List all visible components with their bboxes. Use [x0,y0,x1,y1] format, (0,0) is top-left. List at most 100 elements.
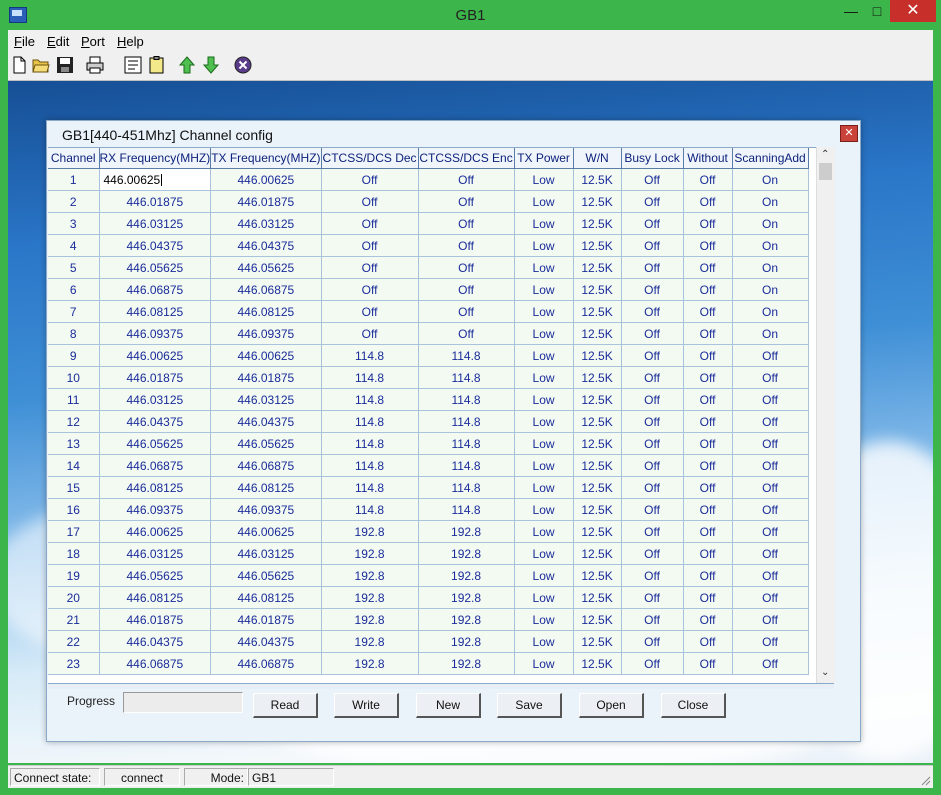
table-cell[interactable]: Off [732,410,809,433]
new-file-icon[interactable] [10,56,28,74]
table-cell[interactable]: 446.04375 [99,410,212,433]
table-row[interactable]: 5 446.05625 446.05625 Off Off Low 12.5K Off Off O… [48,256,809,279]
table-cell[interactable]: 192.8 [321,564,419,587]
table-cell[interactable]: Off [321,168,419,191]
table-cell[interactable]: Low [514,586,574,609]
table-cell[interactable]: Low [514,190,574,213]
table-row[interactable]: 12 446.04375 446.04375 114.8 114.8 Low 12.5K Of… [48,410,809,433]
table-cell[interactable]: 114.8 [321,366,419,389]
table-cell[interactable]: 192.8 [418,652,515,675]
column-header[interactable]: ScanningAdd [732,148,809,169]
table-cell[interactable]: Off [683,564,733,587]
table-cell[interactable]: 192.8 [418,586,515,609]
table-row[interactable]: 2 446.01875 446.01875 Off Off Low 12.5K Off Off O… [48,190,809,213]
table-cell[interactable]: 446.06875 [99,278,212,301]
scroll-thumb[interactable] [819,163,832,180]
table-cell[interactable]: Low [514,300,574,323]
table-cell[interactable]: Off [683,256,733,279]
table-row[interactable]: 7 446.08125 446.08125 Off Off Low 12.5K Off Off O… [48,300,809,323]
table-cell[interactable]: 12.5K [573,234,622,257]
table-cell[interactable]: Off [621,256,684,279]
table-cell[interactable]: Low [514,520,574,543]
table-cell[interactable]: 114.8 [321,476,419,499]
title-bar[interactable]: GB1 — □ ✕ [0,0,941,30]
table-cell[interactable]: 114.8 [418,476,515,499]
table-cell[interactable]: 10 [48,366,100,389]
table-cell[interactable]: 12.5K [573,630,622,653]
column-header[interactable]: TX Frequency(MHZ) [210,148,322,169]
resize-grip-icon[interactable] [919,774,931,786]
table-cell[interactable]: 19 [48,564,100,587]
table-cell[interactable]: Low [514,630,574,653]
scroll-up-icon[interactable]: ⌃ [821,149,829,160]
table-cell[interactable]: Low [514,212,574,235]
column-header[interactable]: Without [683,148,733,169]
table-cell[interactable]: 446.01875 [210,190,322,213]
table-cell[interactable]: 192.8 [321,520,419,543]
table-cell[interactable]: Off [732,432,809,455]
table-cell[interactable]: 114.8 [418,388,515,411]
table-cell[interactable]: Off [683,498,733,521]
table-cell[interactable]: Low [514,410,574,433]
table-cell[interactable]: On [732,256,809,279]
table-cell[interactable]: Off [732,630,809,653]
table-cell[interactable]: Off [683,344,733,367]
table-cell[interactable]: Off [621,476,684,499]
table-cell[interactable]: Off [732,520,809,543]
table-cell[interactable]: Low [514,476,574,499]
table-cell[interactable]: 446.00625 [210,168,322,191]
table-cell[interactable]: Off [732,498,809,521]
table-cell[interactable]: 446.01875 [99,366,212,389]
table-cell[interactable]: 114.8 [321,498,419,521]
table-cell[interactable]: Off [683,454,733,477]
table-cell[interactable]: 446.08125 [99,476,212,499]
table-cell[interactable]: 446.05625 [99,432,212,455]
table-cell[interactable]: Off [418,300,515,323]
column-header[interactable]: W/N [573,148,622,169]
column-header[interactable]: CTCSS/DCS Enc [418,148,515,169]
table-row[interactable]: 18 446.03125 446.03125 192.8 192.8 Low 12.5K Of… [48,542,809,565]
table-cell[interactable]: 446.08125 [210,476,322,499]
table-cell[interactable]: 446.00625 [210,344,322,367]
table-cell[interactable]: 22 [48,630,100,653]
table-cell[interactable]: Off [683,388,733,411]
table-cell[interactable]: Off [418,168,515,191]
download-arrow-icon[interactable] [202,56,220,74]
minimize-button[interactable]: — [838,0,864,22]
table-cell[interactable]: 114.8 [418,366,515,389]
table-cell[interactable]: 12.5K [573,344,622,367]
table-cell[interactable]: 446.09375 [99,498,212,521]
table-cell[interactable]: 14 [48,454,100,477]
table-cell[interactable]: 12.5K [573,190,622,213]
table-cell[interactable]: Off [418,212,515,235]
table-cell[interactable]: 114.8 [321,388,419,411]
menu-port[interactable]: Port [81,34,105,49]
table-cell[interactable]: Off [321,190,419,213]
table-cell[interactable]: On [732,278,809,301]
table-cell[interactable]: Off [621,520,684,543]
table-cell[interactable]: 446.09375 [210,498,322,521]
menu-help[interactable]: Help [117,34,144,49]
table-cell[interactable]: 446.01875 [99,190,212,213]
table-cell[interactable]: 446.06875 [210,454,322,477]
table-cell[interactable]: Off [732,344,809,367]
table-cell[interactable]: 192.8 [418,542,515,565]
table-cell[interactable]: Low [514,322,574,345]
column-header[interactable]: TX Power [514,148,574,169]
table-cell[interactable]: Off [732,608,809,631]
table-row[interactable]: 17 446.00625 446.00625 192.8 192.8 Low 12.5K Of… [48,520,809,543]
table-cell[interactable]: Off [683,212,733,235]
table-cell[interactable]: Off [621,300,684,323]
table-cell[interactable]: On [732,322,809,345]
table-cell[interactable]: 192.8 [321,542,419,565]
menu-file[interactable]: File [14,34,35,49]
table-cell[interactable]: 12.5K [573,564,622,587]
table-row[interactable]: 21 446.01875 446.01875 192.8 192.8 Low 12.5K Of… [48,608,809,631]
table-cell[interactable]: 446.03125 [210,388,322,411]
table-cell[interactable]: 114.8 [418,344,515,367]
open-folder-icon[interactable] [32,56,50,74]
table-row[interactable]: 4 446.04375 446.04375 Off Off Low 12.5K Off Off O… [48,234,809,257]
table-cell[interactable]: On [732,168,809,191]
table-cell[interactable]: Off [621,168,684,191]
table-cell[interactable]: Off [321,234,419,257]
